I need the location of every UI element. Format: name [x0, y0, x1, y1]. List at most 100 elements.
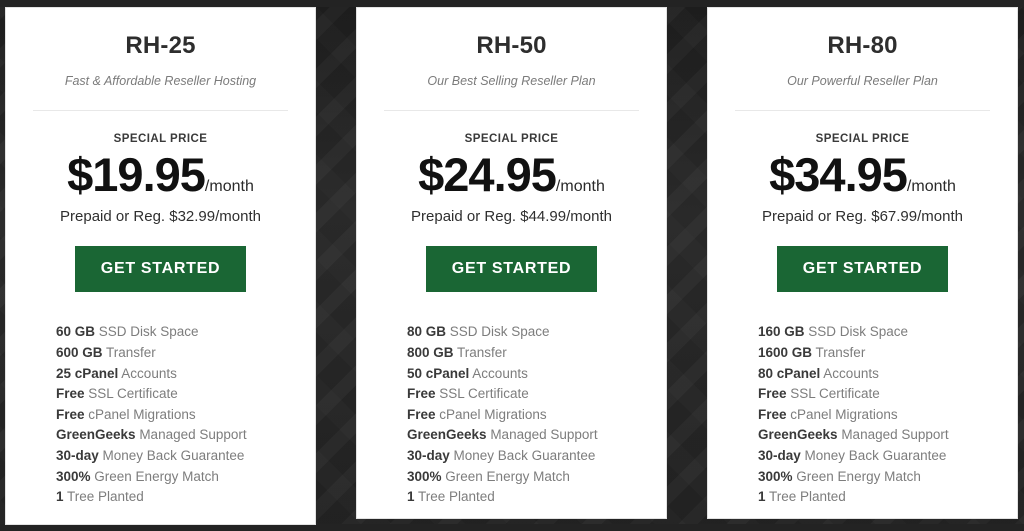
- feature-highlight: 300%: [407, 468, 442, 484]
- feature-list: 60 GB SSD Disk Space 600 GB Transfer 25 cP…: [28, 322, 293, 507]
- get-started-button[interactable]: GET STARTED: [74, 246, 247, 293]
- feature-item: Free SSL Certificate: [56, 384, 293, 405]
- feature-item: 50 cPanel Accounts: [407, 364, 644, 385]
- feature-highlight: GreenGeeks: [758, 427, 838, 443]
- feature-text: Transfer: [102, 345, 156, 361]
- feature-highlight: 300%: [56, 468, 91, 484]
- feature-item: 300% Green Energy Match: [407, 467, 644, 488]
- feature-item: Free cPanel Migrations: [758, 405, 995, 426]
- feature-item: Free cPanel Migrations: [407, 405, 644, 426]
- feature-highlight: 1: [407, 489, 415, 505]
- regular-price: Prepaid or Reg. $44.99/month: [411, 208, 612, 226]
- feature-item: 1 Tree Planted: [758, 487, 995, 508]
- feature-text: Tree Planted: [414, 489, 495, 505]
- feature-text: Green Energy Match: [441, 468, 570, 484]
- price-row: $19.95/month: [28, 147, 293, 202]
- feature-text: Accounts: [469, 365, 528, 381]
- feature-highlight: Free: [407, 406, 436, 422]
- feature-text: Transfer: [812, 345, 866, 361]
- feature-text: cPanel Migrations: [786, 406, 898, 422]
- feature-item: 1 Tree Planted: [407, 487, 644, 508]
- feature-item: 80 cPanel Accounts: [758, 364, 995, 385]
- feature-text: Money Back Guarantee: [800, 448, 947, 464]
- special-price-label: SPECIAL PRICE: [815, 133, 910, 145]
- feature-highlight: 1: [758, 489, 766, 505]
- cta-wrapper: GET STARTED: [730, 246, 995, 293]
- feature-highlight: Free: [56, 386, 85, 402]
- feature-text: Tree Planted: [765, 489, 846, 505]
- feature-highlight: 60 GB: [56, 324, 96, 340]
- feature-highlight: 50 cPanel: [407, 365, 470, 381]
- feature-text: cPanel Migrations: [435, 406, 547, 422]
- pricing-card-rh-80: RH-80 Our Powerful Reseller Plan SPECIAL…: [707, 7, 1018, 519]
- regular-price: Prepaid or Reg. $67.99/month: [762, 208, 963, 226]
- feature-text: Managed Support: [837, 427, 949, 443]
- feature-text: Money Back Guarantee: [98, 448, 245, 464]
- feature-list: 160 GB SSD Disk Space 1600 GB Transfer 80 …: [730, 322, 995, 507]
- feature-text: Accounts: [820, 365, 879, 381]
- feature-highlight: 160 GB: [758, 324, 805, 340]
- feature-item: 80 GB SSD Disk Space: [407, 322, 644, 343]
- special-price-label: SPECIAL PRICE: [464, 133, 559, 145]
- feature-item: 600 GB Transfer: [56, 343, 293, 364]
- feature-item: 30-day Money Back Guarantee: [758, 446, 995, 467]
- feature-item: 30-day Money Back Guarantee: [56, 446, 293, 467]
- price-amount: $34.95: [769, 148, 908, 201]
- feature-text: SSL Certificate: [84, 386, 178, 402]
- feature-text: SSD Disk Space: [95, 324, 199, 340]
- feature-item: 300% Green Energy Match: [758, 467, 995, 488]
- feature-text: SSL Certificate: [786, 386, 880, 402]
- pricing-card-rh-25: RH-25 Fast & Affordable Reseller Hosting…: [5, 7, 316, 525]
- feature-item: 800 GB Transfer: [407, 343, 644, 364]
- feature-text: Managed Support: [135, 427, 247, 443]
- feature-highlight: Free: [758, 406, 787, 422]
- feature-highlight: Free: [758, 386, 787, 402]
- price-row: $24.95/month: [379, 147, 644, 202]
- feature-text: SSD Disk Space: [804, 324, 909, 340]
- feature-text: cPanel Migrations: [84, 406, 196, 422]
- feature-item: 30-day Money Back Guarantee: [407, 446, 644, 467]
- plan-subtitle: Our Powerful Reseller Plan: [787, 74, 938, 88]
- get-started-button[interactable]: GET STARTED: [776, 246, 949, 293]
- feature-text: Money Back Guarantee: [449, 448, 596, 464]
- plan-title: RH-80: [827, 32, 898, 59]
- feature-highlight: 30-day: [758, 448, 801, 464]
- feature-highlight: 600 GB: [56, 345, 103, 361]
- feature-text: SSL Certificate: [435, 386, 529, 402]
- price-amount: $24.95: [418, 148, 557, 201]
- price-row: $34.95/month: [730, 147, 995, 202]
- feature-highlight: 300%: [758, 468, 793, 484]
- price-period: /month: [555, 178, 605, 195]
- special-price-label: SPECIAL PRICE: [113, 133, 208, 145]
- feature-text: Green Energy Match: [90, 468, 219, 484]
- feature-highlight: 1600 GB: [758, 345, 813, 361]
- feature-highlight: GreenGeeks: [56, 427, 136, 443]
- pricing-plan-list: RH-25 Fast & Affordable Reseller Hosting…: [0, 0, 1024, 531]
- feature-item: 25 cPanel Accounts: [56, 364, 293, 385]
- feature-list: 80 GB SSD Disk Space 800 GB Transfer 50 cP…: [379, 322, 644, 507]
- feature-text: Green Energy Match: [792, 468, 921, 484]
- card-divider: [33, 110, 288, 111]
- plan-title: RH-25: [125, 32, 196, 59]
- feature-item: 1 Tree Planted: [56, 487, 293, 508]
- get-started-button[interactable]: GET STARTED: [425, 246, 598, 293]
- feature-item: 1600 GB Transfer: [758, 343, 995, 364]
- feature-text: Managed Support: [486, 427, 598, 443]
- feature-text: Tree Planted: [63, 489, 144, 505]
- feature-item: Free cPanel Migrations: [56, 405, 293, 426]
- price-period: /month: [906, 178, 956, 195]
- feature-text: Transfer: [453, 345, 507, 361]
- feature-item: 160 GB SSD Disk Space: [758, 322, 995, 343]
- feature-highlight: 1: [56, 489, 64, 505]
- feature-item: 60 GB SSD Disk Space: [56, 322, 293, 343]
- regular-price: Prepaid or Reg. $32.99/month: [60, 208, 261, 226]
- feature-highlight: 25 cPanel: [56, 365, 119, 381]
- price-period: /month: [204, 178, 254, 195]
- feature-item: Free SSL Certificate: [758, 384, 995, 405]
- feature-item: 300% Green Energy Match: [56, 467, 293, 488]
- feature-item: Free SSL Certificate: [407, 384, 644, 405]
- feature-highlight: 80 GB: [407, 324, 447, 340]
- plan-subtitle: Fast & Affordable Reseller Hosting: [64, 74, 257, 88]
- cta-wrapper: GET STARTED: [379, 246, 644, 293]
- feature-highlight: GreenGeeks: [407, 427, 487, 443]
